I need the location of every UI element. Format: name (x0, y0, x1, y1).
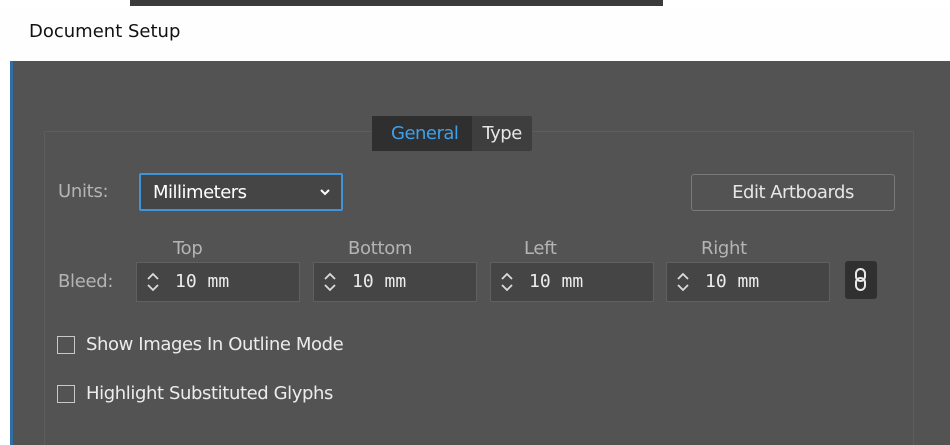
tab-type[interactable]: Type (472, 116, 531, 151)
highlight-glyphs-label[interactable]: Highlight Substituted Glyphs (86, 383, 333, 404)
dialog-title: Document Setup (29, 21, 181, 42)
title-bar[interactable]: Document Setup (0, 8, 950, 61)
spinner-icon[interactable] (674, 271, 692, 297)
bleed-bottom-value[interactable]: 10 mm (352, 271, 406, 292)
units-selected-value: Millimeters (153, 182, 247, 203)
background-window-edge (130, 0, 663, 6)
link-bleed-button[interactable] (845, 261, 877, 299)
bleed-right-value[interactable]: 10 mm (705, 271, 759, 292)
edit-artboards-button[interactable]: Edit Artboards (691, 174, 895, 211)
tab-general[interactable]: General (372, 116, 473, 151)
tab-bar: General Type (372, 116, 532, 151)
chevron-down-icon (318, 184, 332, 203)
bleed-left-value[interactable]: 10 mm (529, 271, 583, 292)
bleed-label: Bleed: (58, 271, 114, 292)
units-select[interactable]: Millimeters (139, 173, 343, 211)
bleed-top-value[interactable]: 10 mm (175, 271, 229, 292)
dialog-body: General Type Units: Millimeters Edit Art… (13, 61, 950, 445)
bleed-left-label: Left (524, 238, 557, 259)
bleed-top-label: Top (173, 238, 203, 259)
spinner-icon[interactable] (144, 271, 162, 297)
bleed-bottom-field[interactable]: 10 mm (313, 262, 477, 302)
show-images-outline-checkbox[interactable] (57, 336, 75, 354)
show-images-outline-label[interactable]: Show Images In Outline Mode (86, 334, 344, 355)
units-label: Units: (58, 181, 109, 202)
bleed-right-label: Right (701, 238, 747, 259)
background-window-strip (0, 0, 950, 8)
highlight-glyphs-checkbox[interactable] (57, 385, 75, 403)
bleed-left-field[interactable]: 10 mm (490, 262, 654, 302)
document-setup-dialog: Document Setup General Type Units: Milli… (0, 8, 950, 445)
spinner-icon[interactable] (321, 271, 339, 297)
bleed-top-field[interactable]: 10 mm (136, 262, 300, 302)
bleed-bottom-label: Bottom (348, 238, 413, 259)
spinner-icon[interactable] (498, 271, 516, 297)
bleed-right-field[interactable]: 10 mm (666, 262, 830, 302)
